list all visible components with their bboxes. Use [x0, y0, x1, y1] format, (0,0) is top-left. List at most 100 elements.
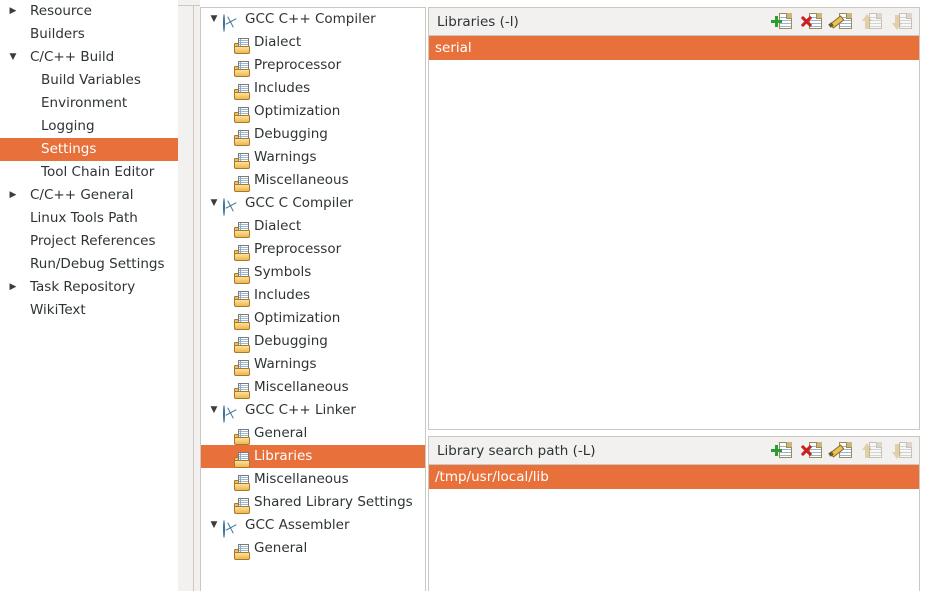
- chevron-down-icon[interactable]: [208, 514, 220, 537]
- library-search-path-panel: Library search path (-L) /tmp/usr/local/…: [428, 436, 920, 591]
- sidebar-item-label: Logging: [41, 118, 95, 134]
- tree-item-warnings[interactable]: Warnings: [201, 353, 425, 376]
- tree-item-label: GCC C++ Compiler: [245, 11, 376, 27]
- sash-top-rule: [178, 5, 200, 6]
- tree-item-label: General: [254, 425, 308, 441]
- tree-item-optimization[interactable]: Optimization: [201, 307, 425, 330]
- tool-icon: [223, 520, 225, 538]
- sidebar-item-project-references[interactable]: Project References: [0, 230, 178, 253]
- library-list-item[interactable]: serial: [429, 36, 919, 60]
- tree-item-gcc-c-linker[interactable]: GCC C++ Linker: [201, 399, 425, 423]
- settings-category-tree[interactable]: Resource Builders C/C++ Build Build Variabl…: [0, 0, 178, 591]
- sidebar-item-linux-tools-path[interactable]: Linux Tools Path: [0, 207, 178, 230]
- tree-item-label: Includes: [254, 80, 311, 96]
- tree-item-label: Symbols: [254, 264, 312, 280]
- chevron-right-icon[interactable]: [6, 0, 20, 23]
- sidebar-item-run-debug-settings[interactable]: Run/Debug Settings: [0, 253, 178, 276]
- tree-item-gcc-assembler[interactable]: GCC Assembler: [201, 514, 425, 538]
- add-icon[interactable]: [771, 440, 793, 462]
- vertical-sash[interactable]: [178, 0, 200, 591]
- sidebar-item-builders[interactable]: Builders: [0, 23, 178, 46]
- tree-item-debugging[interactable]: Debugging: [201, 123, 425, 146]
- tree-item-label: Warnings: [254, 356, 317, 372]
- edit-icon[interactable]: [831, 11, 853, 33]
- tree-item-shared-library-settings[interactable]: Shared Library Settings: [201, 491, 425, 514]
- chevron-down-icon[interactable]: [208, 8, 220, 31]
- tree-item-general[interactable]: General: [201, 537, 425, 560]
- tree-item-label: General: [254, 540, 308, 556]
- search-path-list[interactable]: /tmp/usr/local/lib: [429, 465, 919, 489]
- tree-item-miscellaneous[interactable]: Miscellaneous: [201, 468, 425, 491]
- search-path-panel-toolbar[interactable]: [771, 440, 913, 462]
- sidebar-item-label: Task Repository: [30, 279, 136, 295]
- move-down-icon[interactable]: [891, 440, 913, 462]
- sidebar-item-label: Project References: [30, 233, 156, 249]
- tree-item-gcc-c-compiler[interactable]: GCC C++ Compiler: [201, 8, 425, 32]
- sidebar-item-environment[interactable]: Environment: [0, 92, 178, 115]
- tree-item-warnings[interactable]: Warnings: [201, 146, 425, 169]
- tree-item-general[interactable]: General: [201, 422, 425, 445]
- chevron-right-icon[interactable]: [6, 276, 20, 299]
- sidebar-item-tool-chain-editor[interactable]: Tool Chain Editor: [0, 161, 178, 184]
- tree-item-label: Dialect: [254, 34, 302, 50]
- sidebar-item-build-variables[interactable]: Build Variables: [0, 69, 178, 92]
- tree-item-label: Miscellaneous: [254, 172, 349, 188]
- sidebar-item-label: Linux Tools Path: [30, 210, 138, 226]
- tool-icon: [223, 198, 225, 216]
- libraries-list[interactable]: serial: [429, 36, 919, 60]
- sidebar-item-c-c-general[interactable]: C/C++ General: [0, 184, 178, 207]
- tree-item-includes[interactable]: Includes: [201, 284, 425, 307]
- move-up-icon[interactable]: [861, 11, 883, 33]
- tree-item-label: Preprocessor: [254, 57, 342, 73]
- sidebar-item-logging[interactable]: Logging: [0, 115, 178, 138]
- add-icon[interactable]: [771, 11, 793, 33]
- tree-item-dialect[interactable]: Dialect: [201, 215, 425, 238]
- tree-item-optimization[interactable]: Optimization: [201, 100, 425, 123]
- sidebar-item-label: Tool Chain Editor: [41, 164, 155, 180]
- tree-item-label: Libraries: [254, 448, 313, 464]
- tree-item-includes[interactable]: Includes: [201, 77, 425, 100]
- tree-item-label: GCC C Compiler: [245, 195, 354, 211]
- tool-settings-tree[interactable]: GCC C++ Compiler Dialect Preprocessor Inclu…: [200, 7, 426, 591]
- delete-icon[interactable]: [801, 11, 823, 33]
- tool-icon: [223, 14, 225, 32]
- sidebar-item-label: WikiText: [30, 302, 86, 318]
- sidebar-item-settings[interactable]: Settings: [0, 138, 178, 161]
- tree-item-debugging[interactable]: Debugging: [201, 330, 425, 353]
- tree-item-preprocessor[interactable]: Preprocessor: [201, 238, 425, 261]
- delete-icon[interactable]: [801, 440, 823, 462]
- chevron-down-icon[interactable]: [208, 399, 220, 422]
- tree-item-label: Shared Library Settings: [254, 494, 413, 510]
- tool-icon: [223, 405, 225, 423]
- sidebar-item-c-c-build[interactable]: C/C++ Build: [0, 46, 178, 69]
- tree-item-label: Optimization: [254, 103, 341, 119]
- tree-item-miscellaneous[interactable]: Miscellaneous: [201, 376, 425, 399]
- properties-dialog-content: Resource Builders C/C++ Build Build Variabl…: [0, 0, 937, 591]
- move-down-icon[interactable]: [891, 11, 913, 33]
- move-up-icon[interactable]: [861, 440, 883, 462]
- tree-item-symbols[interactable]: Symbols: [201, 261, 425, 284]
- sidebar-item-wikitext[interactable]: WikiText: [0, 299, 178, 322]
- tree-item-libraries[interactable]: Libraries: [201, 445, 425, 468]
- chevron-right-icon[interactable]: [6, 184, 20, 207]
- tree-item-label: Debugging: [254, 126, 328, 142]
- search-path-list-item[interactable]: /tmp/usr/local/lib: [429, 465, 919, 489]
- sidebar-item-label: Resource: [30, 3, 92, 19]
- tree-item-gcc-c-compiler[interactable]: GCC C Compiler: [201, 192, 425, 216]
- tree-item-label: Optimization: [254, 310, 341, 326]
- tree-item-miscellaneous[interactable]: Miscellaneous: [201, 169, 425, 192]
- libraries-panel-toolbar[interactable]: [771, 11, 913, 33]
- tree-item-dialect[interactable]: Dialect: [201, 31, 425, 54]
- sidebar-item-label: Run/Debug Settings: [30, 256, 165, 272]
- chevron-down-icon[interactable]: [6, 46, 20, 69]
- chevron-down-icon[interactable]: [208, 192, 220, 215]
- libraries-panel-header: Libraries (-l): [429, 8, 919, 36]
- edit-icon[interactable]: [831, 440, 853, 462]
- tree-item-label: Miscellaneous: [254, 379, 349, 395]
- sidebar-item-resource[interactable]: Resource: [0, 0, 178, 23]
- search-path-panel-header: Library search path (-L): [429, 437, 919, 465]
- tree-item-label: GCC C++ Linker: [245, 402, 356, 418]
- sidebar-item-task-repository[interactable]: Task Repository: [0, 276, 178, 299]
- tree-item-preprocessor[interactable]: Preprocessor: [201, 54, 425, 77]
- sash-grip-line: [193, 6, 194, 591]
